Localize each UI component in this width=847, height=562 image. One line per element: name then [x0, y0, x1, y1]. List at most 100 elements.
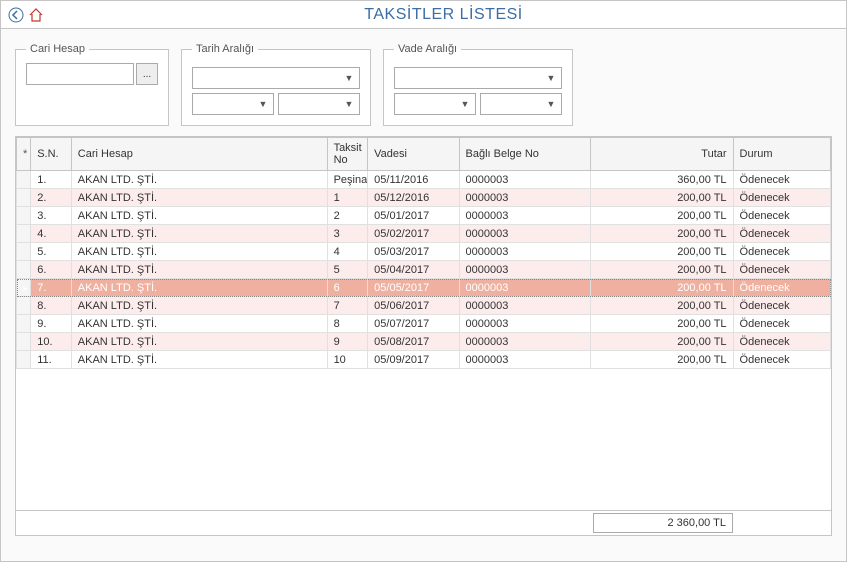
- cell-sn[interactable]: 1.: [31, 171, 72, 189]
- cell-sn[interactable]: 4.: [31, 225, 72, 243]
- cell-taksit[interactable]: 10: [327, 351, 368, 369]
- cell-tutar[interactable]: 360,00 TL: [591, 171, 733, 189]
- col-indicator[interactable]: *: [17, 138, 31, 171]
- tarih-preset-combo[interactable]: ▼: [192, 67, 360, 89]
- cell-durum[interactable]: Ödenecek: [733, 171, 830, 189]
- col-cari-hesap[interactable]: Cari Hesap: [71, 138, 327, 171]
- cell-cari[interactable]: AKAN LTD. ŞTİ.: [71, 225, 327, 243]
- tarih-from-date[interactable]: ▼: [192, 93, 274, 115]
- cell-sn[interactable]: 9.: [31, 315, 72, 333]
- cell-row-indicator[interactable]: [17, 351, 31, 369]
- cell-row-indicator[interactable]: [17, 207, 31, 225]
- cell-tutar[interactable]: 200,00 TL: [591, 207, 733, 225]
- cell-taksit[interactable]: 1: [327, 189, 368, 207]
- cell-belge[interactable]: 0000003: [459, 243, 591, 261]
- cell-durum[interactable]: Ödenecek: [733, 243, 830, 261]
- col-sn[interactable]: S.N.: [31, 138, 72, 171]
- cell-vadesi[interactable]: 05/11/2016: [368, 171, 459, 189]
- cell-tutar[interactable]: 200,00 TL: [591, 189, 733, 207]
- cell-sn[interactable]: 8.: [31, 297, 72, 315]
- cell-vadesi[interactable]: 05/07/2017: [368, 315, 459, 333]
- col-vadesi[interactable]: Vadesi: [368, 138, 459, 171]
- col-taksit-no[interactable]: Taksit No: [327, 138, 368, 171]
- table-row[interactable]: 6.AKAN LTD. ŞTİ.505/04/20170000003200,00…: [17, 261, 831, 279]
- cell-vadesi[interactable]: 05/05/2017: [368, 279, 459, 297]
- cell-sn[interactable]: 10.: [31, 333, 72, 351]
- cell-durum[interactable]: Ödenecek: [733, 351, 830, 369]
- cell-tutar[interactable]: 200,00 TL: [591, 261, 733, 279]
- cell-row-indicator[interactable]: [17, 333, 31, 351]
- cell-sn[interactable]: 5.: [31, 243, 72, 261]
- cell-cari[interactable]: AKAN LTD. ŞTİ.: [71, 279, 327, 297]
- cell-taksit[interactable]: 6: [327, 279, 368, 297]
- cell-vadesi[interactable]: 05/09/2017: [368, 351, 459, 369]
- cell-vadesi[interactable]: 05/01/2017: [368, 207, 459, 225]
- cell-sn[interactable]: 11.: [31, 351, 72, 369]
- cell-durum[interactable]: Ödenecek: [733, 225, 830, 243]
- cell-taksit[interactable]: 2: [327, 207, 368, 225]
- cell-vadesi[interactable]: 05/03/2017: [368, 243, 459, 261]
- vade-to-date[interactable]: ▼: [480, 93, 562, 115]
- cell-taksit[interactable]: 5: [327, 261, 368, 279]
- cell-belge[interactable]: 0000003: [459, 351, 591, 369]
- cell-belge[interactable]: 0000003: [459, 225, 591, 243]
- cell-belge[interactable]: 0000003: [459, 207, 591, 225]
- cell-tutar[interactable]: 200,00 TL: [591, 225, 733, 243]
- cell-cari[interactable]: AKAN LTD. ŞTİ.: [71, 315, 327, 333]
- col-belge-no[interactable]: Bağlı Belge No: [459, 138, 591, 171]
- cell-tutar[interactable]: 200,00 TL: [591, 333, 733, 351]
- cell-row-indicator[interactable]: [17, 315, 31, 333]
- cell-durum[interactable]: Ödenecek: [733, 315, 830, 333]
- cell-taksit[interactable]: 4: [327, 243, 368, 261]
- cell-tutar[interactable]: 200,00 TL: [591, 279, 733, 297]
- cell-row-indicator[interactable]: [17, 261, 31, 279]
- cell-row-indicator[interactable]: [17, 297, 31, 315]
- cell-cari[interactable]: AKAN LTD. ŞTİ.: [71, 189, 327, 207]
- cell-vadesi[interactable]: 05/02/2017: [368, 225, 459, 243]
- cell-belge[interactable]: 0000003: [459, 297, 591, 315]
- cell-cari[interactable]: AKAN LTD. ŞTİ.: [71, 207, 327, 225]
- cell-taksit[interactable]: 7: [327, 297, 368, 315]
- cell-taksit[interactable]: 3: [327, 225, 368, 243]
- cell-vadesi[interactable]: 05/06/2017: [368, 297, 459, 315]
- cell-durum[interactable]: Ödenecek: [733, 297, 830, 315]
- cell-cari[interactable]: AKAN LTD. ŞTİ.: [71, 171, 327, 189]
- cell-taksit[interactable]: Peşinat: [327, 171, 368, 189]
- table-row[interactable]: 8.AKAN LTD. ŞTİ.705/06/20170000003200,00…: [17, 297, 831, 315]
- cell-belge[interactable]: 0000003: [459, 171, 591, 189]
- cell-cari[interactable]: AKAN LTD. ŞTİ.: [71, 243, 327, 261]
- cell-taksit[interactable]: 9: [327, 333, 368, 351]
- cell-tutar[interactable]: 200,00 TL: [591, 315, 733, 333]
- cell-tutar[interactable]: 200,00 TL: [591, 297, 733, 315]
- cell-sn[interactable]: 2.: [31, 189, 72, 207]
- cari-hesap-lookup-button[interactable]: ...: [136, 63, 158, 85]
- back-button[interactable]: [7, 6, 25, 24]
- home-button[interactable]: [27, 6, 45, 24]
- table-row[interactable]: 3.AKAN LTD. ŞTİ.205/01/20170000003200,00…: [17, 207, 831, 225]
- cell-belge[interactable]: 0000003: [459, 315, 591, 333]
- cell-cari[interactable]: AKAN LTD. ŞTİ.: [71, 261, 327, 279]
- cell-durum[interactable]: Ödenecek: [733, 279, 830, 297]
- cell-vadesi[interactable]: 05/08/2017: [368, 333, 459, 351]
- cell-row-indicator[interactable]: [17, 279, 31, 297]
- cell-cari[interactable]: AKAN LTD. ŞTİ.: [71, 351, 327, 369]
- table-row[interactable]: 1.AKAN LTD. ŞTİ.Peşinat05/11/20160000003…: [17, 171, 831, 189]
- cell-row-indicator[interactable]: [17, 171, 31, 189]
- cell-sn[interactable]: 3.: [31, 207, 72, 225]
- table-row[interactable]: 10.AKAN LTD. ŞTİ.905/08/20170000003200,0…: [17, 333, 831, 351]
- cell-cari[interactable]: AKAN LTD. ŞTİ.: [71, 333, 327, 351]
- cell-belge[interactable]: 0000003: [459, 333, 591, 351]
- table-row[interactable]: 9.AKAN LTD. ŞTİ.805/07/20170000003200,00…: [17, 315, 831, 333]
- cell-belge[interactable]: 0000003: [459, 189, 591, 207]
- col-tutar[interactable]: Tutar: [591, 138, 733, 171]
- cell-tutar[interactable]: 200,00 TL: [591, 351, 733, 369]
- vade-from-date[interactable]: ▼: [394, 93, 476, 115]
- cell-belge[interactable]: 0000003: [459, 279, 591, 297]
- cell-durum[interactable]: Ödenecek: [733, 189, 830, 207]
- vade-preset-combo[interactable]: ▼: [394, 67, 562, 89]
- cell-belge[interactable]: 0000003: [459, 261, 591, 279]
- cell-row-indicator[interactable]: [17, 225, 31, 243]
- cell-vadesi[interactable]: 05/04/2017: [368, 261, 459, 279]
- table-row[interactable]: 2.AKAN LTD. ŞTİ.105/12/20160000003200,00…: [17, 189, 831, 207]
- col-durum[interactable]: Durum: [733, 138, 830, 171]
